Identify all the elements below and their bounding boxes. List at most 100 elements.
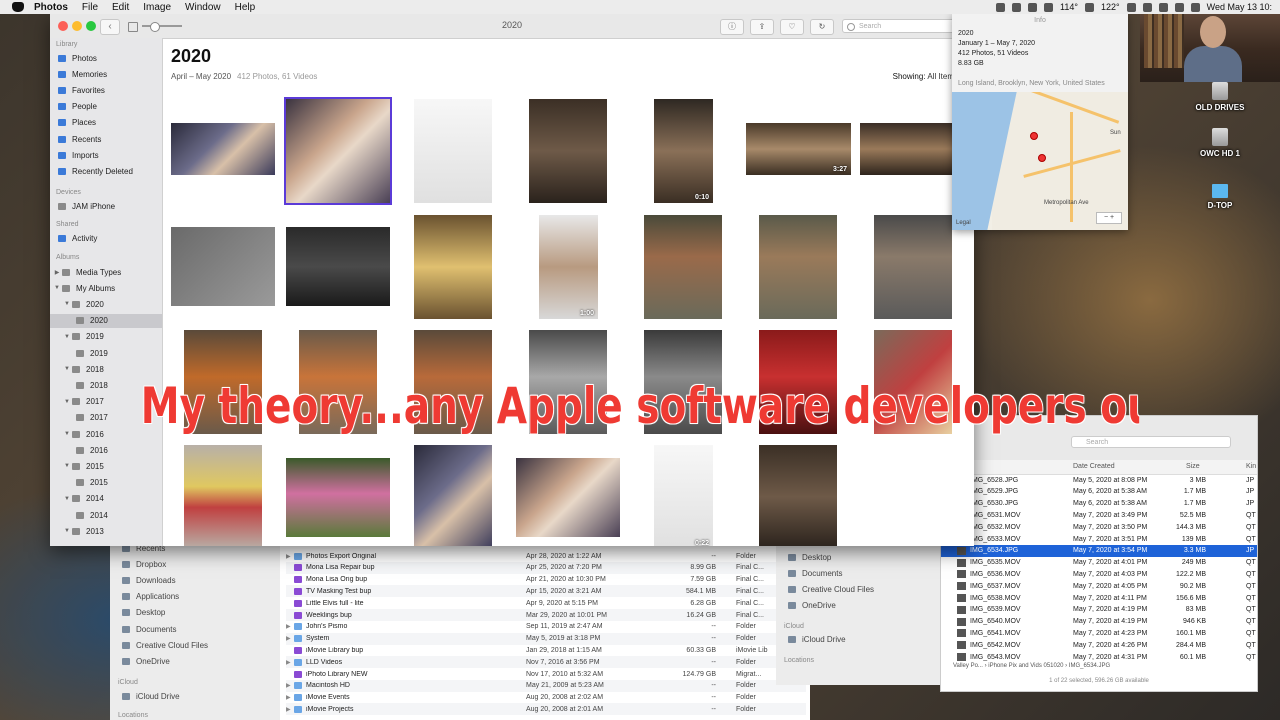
desktop-drive-old-drives[interactable]: OLD DRIVES <box>1180 82 1260 112</box>
photo-thumbnail[interactable] <box>759 445 837 546</box>
status-icon[interactable] <box>1012 2 1022 12</box>
table-row[interactable]: TV Masking Test bup Apr 15, 2020 at 3:21 … <box>286 585 806 598</box>
video-thumbnail[interactable]: 1:00 <box>539 215 598 319</box>
sidebar-folder-2020[interactable]: ▼ 2020 <box>50 297 162 311</box>
sidebar-folder-2013[interactable]: ▼ 2013 <box>50 524 162 538</box>
sidebar-item-memories[interactable]: Memories <box>50 67 162 81</box>
finder2-item-icloud-drive[interactable]: iCloud Drive <box>788 635 846 644</box>
table-row[interactable]: Weeklings bup Mar 29, 2020 at 10:01 PM 16.… <box>286 609 806 621</box>
finder-sidebar-item-applications[interactable]: Applications <box>122 592 179 601</box>
disclosure-triangle-icon[interactable]: ▶ <box>286 659 294 666</box>
list-item[interactable]: IMG_6535.MOV May 7, 2020 at 4:01 PM 249 MB… <box>941 557 1257 569</box>
disclosure-triangle-icon[interactable]: ▼ <box>62 301 72 307</box>
disclosure-triangle-icon[interactable]: ▶ <box>286 553 294 560</box>
menu-window[interactable]: Window <box>185 2 221 13</box>
sidebar-folder-2014[interactable]: ▼ 2014 <box>50 492 162 506</box>
menu-file[interactable]: File <box>82 2 98 13</box>
disclosure-triangle-icon[interactable]: ▶ <box>286 694 294 701</box>
disclosure-triangle-icon[interactable]: ▼ <box>52 285 62 291</box>
battery-icon[interactable] <box>1190 2 1200 12</box>
sidebar-item-recently-deleted[interactable]: Recently Deleted <box>50 164 162 178</box>
photo-thumbnail[interactable] <box>414 445 492 546</box>
map-legal-label[interactable]: Legal <box>956 220 971 226</box>
list-item[interactable]: IMG_6540.MOV May 7, 2020 at 4:19 PM 946 KB… <box>941 616 1257 628</box>
list-item[interactable]: IMG_6537.MOV May 7, 2020 at 4:05 PM 90.2 M… <box>941 580 1257 592</box>
finder-sidebar-item-creative-cloud[interactable]: Creative Cloud Files <box>122 641 208 650</box>
sidebar-item-places[interactable]: Places <box>50 116 162 130</box>
sidebar-item-imports[interactable]: Imports <box>50 148 162 162</box>
finder-sidebar-item-icloud-drive[interactable]: iCloud Drive <box>122 692 180 701</box>
column-date-created[interactable]: Date Created <box>1073 463 1115 470</box>
list-item[interactable]: IMG_6528.JPG May 5, 2020 at 8:08 PM 3 MB JP <box>941 474 1257 486</box>
disclosure-triangle-icon[interactable]: ▼ <box>62 528 72 534</box>
wifi-icon[interactable] <box>1158 2 1168 12</box>
sidebar-item-media-types[interactable]: ▶ Media Types <box>50 265 162 279</box>
finder2-item-desktop[interactable]: Desktop <box>788 553 831 562</box>
sidebar-item-activity[interactable]: Activity <box>50 231 162 245</box>
sidebar-item-recents[interactable]: Recents <box>50 132 162 146</box>
gpu-temp-readout[interactable]: 122° <box>1101 2 1120 12</box>
status-icon[interactable] <box>1085 2 1094 12</box>
sidebar-folder-2019[interactable]: ▼ 2019 <box>50 330 162 344</box>
share-button[interactable]: ⇪ <box>750 19 774 35</box>
finder-sidebar-item-documents[interactable]: Documents <box>122 625 176 634</box>
column-kind[interactable]: Kin <box>1246 463 1256 470</box>
apple-icon[interactable] <box>12 2 24 12</box>
photo-thumbnail[interactable] <box>171 227 275 306</box>
showing-filter[interactable]: Showing: All Item <box>893 72 954 81</box>
sidebar-item-people[interactable]: People <box>50 100 162 114</box>
finder-sidebar-item-downloads[interactable]: Downloads <box>122 576 176 585</box>
sidebar-album-2019[interactable]: 2019 <box>50 346 162 360</box>
video-thumbnail[interactable]: 3:27 <box>746 123 851 175</box>
menu-edit[interactable]: Edit <box>112 2 129 13</box>
sidebar-album-2014[interactable]: 2014 <box>50 508 162 522</box>
table-row[interactable]: ▶ iMovie Events Aug 20, 2008 at 2:02 AM -- F… <box>286 692 806 704</box>
sidebar-album-2015[interactable]: 2015 <box>50 476 162 490</box>
list-item[interactable]: IMG_6542.MOV May 7, 2020 at 4:26 PM 284.4 … <box>941 639 1257 651</box>
table-row[interactable]: ▶ LLD Videos Nov 7, 2016 at 3:56 PM -- Folde… <box>286 656 806 669</box>
sidebar-item-favorites[interactable]: Favorites <box>50 83 162 97</box>
list-item[interactable]: IMG_6532.MOV May 7, 2020 at 3:50 PM 144.3 … <box>941 521 1257 533</box>
volume-icon[interactable] <box>1174 2 1184 12</box>
list-item[interactable]: IMG_6530.JPG May 6, 2020 at 5:38 AM 1.7 MB… <box>941 498 1257 510</box>
search-input[interactable]: Search <box>842 19 962 33</box>
disclosure-triangle-icon[interactable]: ▶ <box>286 635 294 642</box>
table-row[interactable]: ▶ iMovie Projects Aug 20, 2008 at 2:01 AM -… <box>286 703 806 716</box>
disclosure-triangle-icon[interactable]: ▼ <box>62 463 72 469</box>
photo-thumbnail[interactable] <box>171 123 275 175</box>
status-icon[interactable] <box>1142 2 1152 12</box>
photo-thumbnail[interactable] <box>759 215 837 319</box>
table-row[interactable]: iPhoto Library NEW Nov 17, 2010 at 5:32 A… <box>286 668 806 680</box>
photo-thumbnail[interactable] <box>874 215 952 319</box>
list-item[interactable]: IMG_6531.MOV May 7, 2020 at 3:49 PM 52.5 M… <box>941 509 1257 521</box>
menu-help[interactable]: Help <box>235 2 256 13</box>
cpu-temp-readout[interactable]: 114° <box>1060 2 1078 12</box>
finder2-item-documents[interactable]: Documents <box>788 569 842 578</box>
disclosure-triangle-icon[interactable]: ▼ <box>62 366 72 372</box>
desktop-drive-owc[interactable]: OWC HD 1 <box>1180 128 1260 158</box>
disclosure-triangle-icon[interactable]: ▶ <box>286 623 294 630</box>
table-row[interactable]: ▶ Photos Export Original Apr 28, 2020 at 1… <box>286 550 806 562</box>
status-icon[interactable] <box>1126 2 1136 12</box>
table-row[interactable]: iMovie Library bup Jan 29, 2018 at 1:15 A… <box>286 644 806 656</box>
rotate-button[interactable]: ↻ <box>810 19 834 35</box>
desktop-folder-d-top[interactable]: D-TOP <box>1180 184 1260 210</box>
photo-thumbnail[interactable] <box>860 123 952 175</box>
disclosure-triangle-icon[interactable]: ▼ <box>62 431 72 437</box>
status-icon[interactable] <box>1044 2 1054 12</box>
photo-thumbnail[interactable] <box>644 215 722 319</box>
sidebar-item-jam-iphone[interactable]: JAM iPhone <box>50 199 162 213</box>
table-row[interactable]: Mona Lisa Orig bup Apr 21, 2020 at 10:30 … <box>286 574 806 586</box>
table-row[interactable]: Mona Lisa Repair bup Apr 25, 2020 at 7:20… <box>286 561 806 574</box>
disclosure-triangle-icon[interactable]: ▼ <box>62 399 72 405</box>
finder-sidebar-item-onedrive[interactable]: OneDrive <box>122 657 170 666</box>
menu-app-name[interactable]: Photos <box>34 2 68 13</box>
photo-thumbnail[interactable] <box>414 215 492 319</box>
disclosure-triangle-icon[interactable]: ▶ <box>286 682 294 689</box>
sidebar-album-2016[interactable]: 2016 <box>50 443 162 457</box>
info-button[interactable]: ⓘ <box>720 19 744 35</box>
map-zoom-control[interactable]: − + <box>1096 212 1122 224</box>
status-icon[interactable] <box>996 2 1006 12</box>
location-map[interactable]: Sun Metropolitan Ave Legal − + <box>952 92 1128 230</box>
favorite-button[interactable]: ♡ <box>780 19 804 35</box>
